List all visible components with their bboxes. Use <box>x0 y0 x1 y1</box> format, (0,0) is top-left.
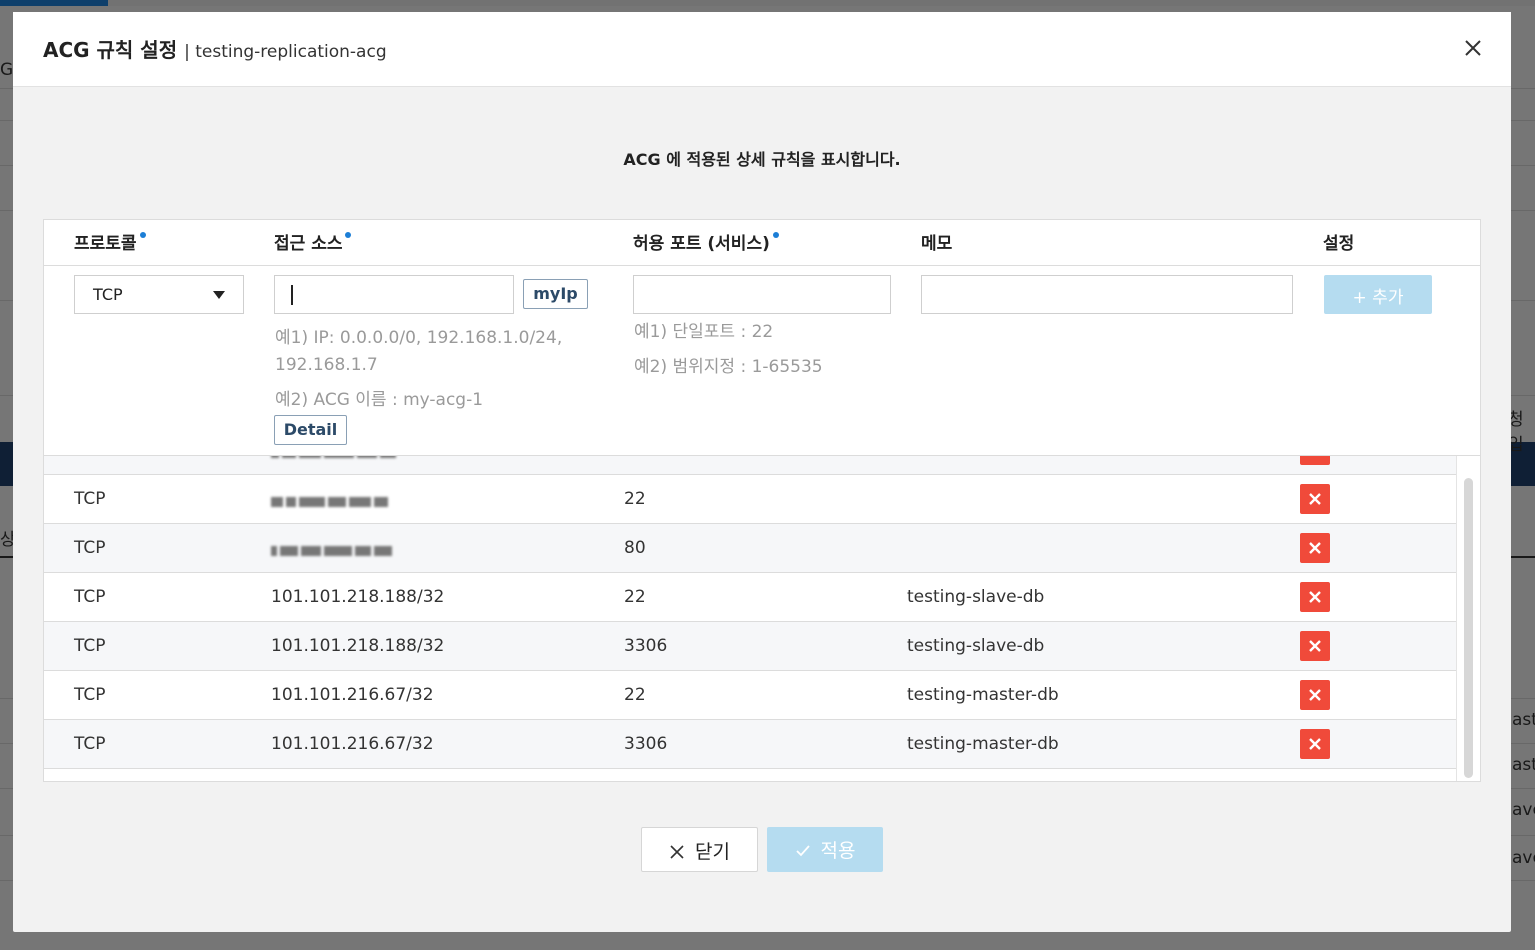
rule-port: 22 <box>624 489 646 509</box>
header-protocol-label: 프로토콜 <box>74 234 137 254</box>
rule-source: 101.101.218.188/32 <box>271 587 445 607</box>
rule-port: 3306 <box>624 456 667 460</box>
delete-icon <box>1309 689 1321 701</box>
header-memo: 메모 <box>921 234 953 254</box>
protocol-select-value: TCP <box>93 285 123 304</box>
text-cursor <box>291 285 293 305</box>
rule-protocol: TCP <box>74 734 106 754</box>
rule-memo: testing-master-db <box>907 685 1059 705</box>
rule-memo: testing-slave-db <box>907 636 1045 656</box>
required-dot-icon <box>772 232 779 238</box>
header-source: 접근 소스 <box>274 229 352 254</box>
rule-row: TCP 101.101.218.188/32 3306 testing-slave-d… <box>44 622 1456 671</box>
port-input[interactable] <box>633 275 891 314</box>
rule-row: TCP 3306 <box>44 456 1456 475</box>
rule-port: 3306 <box>624 636 668 656</box>
rule-protocol: TCP <box>74 456 106 460</box>
required-dot-icon <box>345 232 352 238</box>
apply-button-label: 적용 <box>820 840 856 862</box>
rule-row: TCP 80 <box>44 524 1456 573</box>
source-hint-2: 예2) ACG 이름 : my-acg-1 <box>275 390 484 410</box>
protocol-select[interactable]: TCP <box>74 275 244 314</box>
rule-row: TCP 22 <box>44 475 1456 524</box>
rule-source: 101.101.216.67/32 <box>271 685 434 705</box>
close-button-label: 닫기 <box>695 841 730 863</box>
delete-rule-button[interactable] <box>1300 680 1330 710</box>
rules-list-content: TCP 3306 TCP 22 TCP 80 TCP 101.101.218.188/32 22… <box>44 456 1456 769</box>
delete-rule-button[interactable] <box>1300 456 1330 465</box>
header-settings: 설정 <box>1323 234 1355 254</box>
modal-title-text: ACG 규칙 설정 <box>43 38 178 62</box>
rule-protocol: TCP <box>74 685 106 705</box>
delete-rule-button[interactable] <box>1300 729 1330 759</box>
port-hint-2: 예2) 범위지정 : 1-65535 <box>634 357 823 377</box>
delete-icon <box>1309 591 1321 603</box>
memo-input[interactable] <box>921 275 1293 314</box>
header-port-label: 허용 포트 (서비스) <box>633 234 770 254</box>
acg-rules-modal: ACG 규칙 설정 | testing-replication-acg ACG … <box>13 12 1511 932</box>
rule-port: 22 <box>624 587 646 607</box>
new-rule-input-row: TCP myIp 예1) IP: 0.0.0.0/0, 192.168.1.0/… <box>44 266 1480 456</box>
detail-button[interactable]: Detail <box>274 415 347 445</box>
check-icon <box>795 845 810 857</box>
rule-port: 80 <box>624 538 646 558</box>
rule-protocol: TCP <box>74 489 106 509</box>
modal-header: ACG 규칙 설정 | testing-replication-acg <box>13 12 1511 87</box>
rule-source: 101.101.218.188/32 <box>271 636 445 656</box>
apply-button[interactable]: 적용 <box>767 827 883 872</box>
modal-description: ACG 에 적용된 상세 규칙을 표시합니다. <box>623 150 901 169</box>
redacted-source <box>271 541 421 556</box>
caret-down-icon <box>213 291 225 299</box>
rules-table: 프로토콜 접근 소스 허용 포트 (서비스) 메모 설정 TCP myIp 예1… <box>43 219 1481 782</box>
rules-list: TCP 3306 TCP 22 TCP 80 TCP 101.101.218.188/32 22… <box>44 456 1456 781</box>
rule-protocol: TCP <box>74 636 106 656</box>
close-icon[interactable] <box>1463 38 1483 58</box>
delete-icon <box>1309 640 1321 652</box>
rule-port: 3306 <box>624 734 668 754</box>
rule-source: 101.101.216.67/32 <box>271 734 434 754</box>
header-source-label: 접근 소스 <box>274 234 343 254</box>
scrollbar-thumb[interactable] <box>1464 478 1473 778</box>
rule-row: TCP 101.101.216.67/32 3306 testing-master-d… <box>44 720 1456 769</box>
delete-icon <box>1300 456 1330 465</box>
rule-row: TCP 101.101.216.67/32 22 testing-master-db <box>44 671 1456 720</box>
header-protocol: 프로토콜 <box>74 229 146 254</box>
delete-icon <box>1309 542 1321 554</box>
delete-icon <box>1309 493 1321 505</box>
modal-title: ACG 규칙 설정 | testing-replication-acg <box>43 34 387 63</box>
delete-rule-button[interactable] <box>1300 533 1330 563</box>
rule-memo: testing-slave-db <box>907 587 1045 607</box>
source-hint-1: 예1) IP: 0.0.0.0/0, 192.168.1.0/24, 192.1… <box>275 328 563 375</box>
delete-icon <box>1309 738 1321 750</box>
add-rule-button[interactable]: + 추가 <box>1324 275 1432 314</box>
rules-scrollbar[interactable] <box>1456 456 1480 781</box>
source-input[interactable] <box>274 275 514 314</box>
rule-protocol: TCP <box>74 538 106 558</box>
header-port: 허용 포트 (서비스) <box>633 229 779 254</box>
rule-row: TCP 101.101.218.188/32 22 testing-slave-db <box>44 573 1456 622</box>
table-header: 프로토콜 접근 소스 허용 포트 (서비스) 메모 설정 <box>44 220 1480 266</box>
required-dot-icon <box>139 232 146 238</box>
modal-subtitle: | testing-replication-acg <box>184 42 387 62</box>
myip-button[interactable]: myIp <box>523 279 588 309</box>
delete-rule-button[interactable] <box>1300 484 1330 514</box>
rule-port: 22 <box>624 685 646 705</box>
close-icon <box>670 845 684 859</box>
delete-rule-button[interactable] <box>1300 582 1330 612</box>
delete-rule-button[interactable] <box>1300 631 1330 661</box>
redacted-source <box>271 492 421 507</box>
port-hint-1: 예1) 단일포트 : 22 <box>634 322 774 342</box>
close-button[interactable]: 닫기 <box>641 827 758 872</box>
rule-protocol: TCP <box>74 587 106 607</box>
rule-memo: testing-master-db <box>907 734 1059 754</box>
